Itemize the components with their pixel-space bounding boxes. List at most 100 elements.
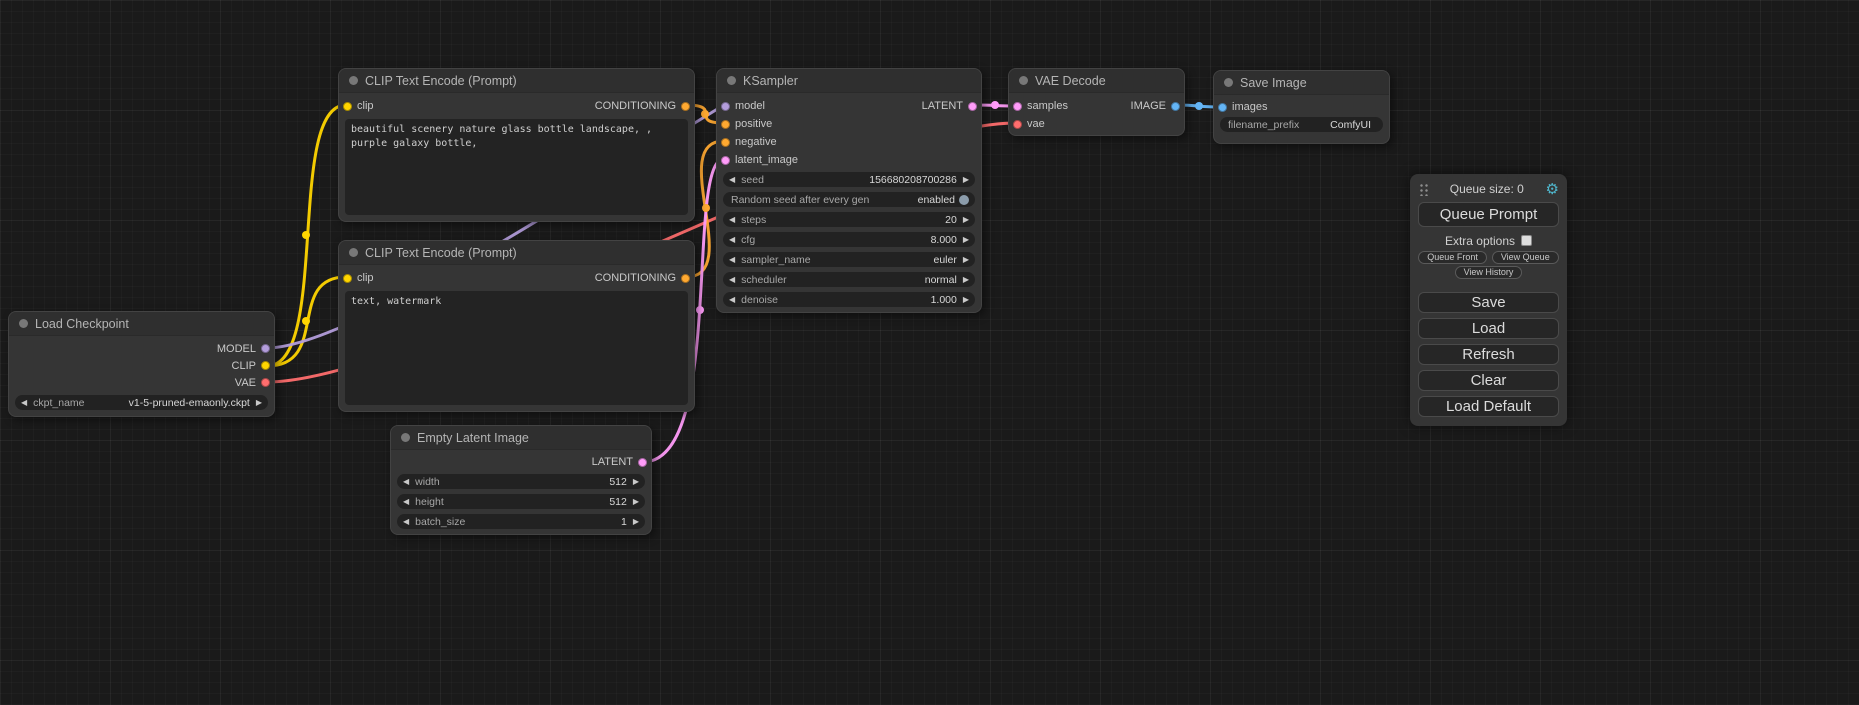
settings-gear-icon[interactable]: ⚙: [1546, 182, 1559, 197]
conditioning-output-port[interactable]: [681, 274, 690, 283]
decrement-arrow-icon[interactable]: ◀: [729, 236, 735, 244]
input-label: latent_image: [735, 154, 798, 166]
height-widget[interactable]: ◀ height 512 ▶: [397, 494, 645, 509]
decrement-arrow-icon[interactable]: ◀: [729, 176, 735, 184]
increment-arrow-icon[interactable]: ▶: [963, 216, 969, 224]
increment-arrow-icon[interactable]: ▶: [633, 498, 639, 506]
widget-name: cfg: [741, 234, 755, 246]
collapse-dot-icon[interactable]: [727, 76, 736, 85]
latent-image-input-port[interactable]: [721, 156, 730, 165]
model-output-port[interactable]: [261, 344, 270, 353]
width-widget[interactable]: ◀ width 512 ▶: [397, 474, 645, 489]
save-button[interactable]: Save: [1418, 292, 1559, 313]
decrement-arrow-icon[interactable]: ◀: [729, 276, 735, 284]
view-history-button[interactable]: View History: [1455, 266, 1523, 279]
queue-front-button[interactable]: Queue Front: [1418, 251, 1487, 264]
conditioning-output-port[interactable]: [681, 102, 690, 111]
image-output-port[interactable]: [1171, 102, 1180, 111]
input-label: clip: [357, 272, 374, 284]
negative-input-port[interactable]: [721, 138, 730, 147]
widget-value: 1.000: [778, 294, 957, 306]
node-title-bar[interactable]: Load Checkpoint: [9, 312, 274, 336]
collapse-dot-icon[interactable]: [349, 76, 358, 85]
random-seed-toggle-widget[interactable]: Random seed after every gen enabled: [723, 192, 975, 207]
clip-input-port[interactable]: [343, 274, 352, 283]
widget-name: steps: [741, 214, 766, 226]
sampler-name-widget[interactable]: ◀ sampler_name euler ▶: [723, 252, 975, 267]
load-default-button[interactable]: Load Default: [1418, 396, 1559, 417]
node-title-bar[interactable]: KSampler: [717, 69, 981, 93]
latent-output-port[interactable]: [638, 458, 647, 467]
load-button[interactable]: Load: [1418, 318, 1559, 339]
input-label: positive: [735, 118, 772, 130]
batch-size-widget[interactable]: ◀ batch_size 1 ▶: [397, 514, 645, 529]
extra-options-checkbox[interactable]: [1521, 235, 1532, 246]
model-input-port[interactable]: [721, 102, 730, 111]
node-title-bar[interactable]: Empty Latent Image: [391, 426, 651, 450]
latent-output-port[interactable]: [968, 102, 977, 111]
positive-input-port[interactable]: [721, 120, 730, 129]
decrement-arrow-icon[interactable]: ◀: [403, 498, 409, 506]
ckpt-name-widget[interactable]: ◀ ckpt_name v1-5-pruned-emaonly.ckpt ▶: [15, 395, 268, 410]
decrement-arrow-icon[interactable]: ◀: [403, 478, 409, 486]
prompt-textarea[interactable]: text, watermark: [345, 291, 688, 405]
collapse-dot-icon[interactable]: [401, 433, 410, 442]
filename-prefix-widget[interactable]: filename_prefix ComfyUI: [1220, 117, 1383, 132]
prompt-textarea[interactable]: beautiful scenery nature glass bottle la…: [345, 119, 688, 215]
clip-output-port[interactable]: [261, 361, 270, 370]
link-dot: [696, 306, 704, 314]
workflow-actions: Save Load Refresh Clear Load Default: [1418, 292, 1559, 417]
vae-input-port[interactable]: [1013, 120, 1022, 129]
node-load-checkpoint[interactable]: Load Checkpoint MODEL CLIP VAE ◀ ckpt_na…: [8, 311, 275, 417]
node-ksampler[interactable]: KSampler model LATENT positive negative …: [716, 68, 982, 313]
clear-button[interactable]: Clear: [1418, 370, 1559, 391]
node-clip-text-encode-negative[interactable]: CLIP Text Encode (Prompt) clip CONDITION…: [338, 240, 695, 412]
toggle-dot-icon[interactable]: [959, 195, 969, 205]
steps-widget[interactable]: ◀ steps 20 ▶: [723, 212, 975, 227]
refresh-button[interactable]: Refresh: [1418, 344, 1559, 365]
node-title-bar[interactable]: Save Image: [1214, 71, 1389, 95]
node-clip-text-encode-positive[interactable]: CLIP Text Encode (Prompt) clip CONDITION…: [338, 68, 695, 222]
increment-arrow-icon[interactable]: ▶: [633, 478, 639, 486]
widget-value: v1-5-pruned-emaonly.ckpt: [85, 397, 250, 409]
node-save-image[interactable]: Save Image images filename_prefix ComfyU…: [1213, 70, 1390, 144]
collapse-dot-icon[interactable]: [1224, 78, 1233, 87]
increment-arrow-icon[interactable]: ▶: [963, 176, 969, 184]
images-input-port[interactable]: [1218, 103, 1227, 112]
increment-arrow-icon[interactable]: ▶: [633, 518, 639, 526]
node-empty-latent-image[interactable]: Empty Latent Image LATENT ◀ width 512 ▶ …: [390, 425, 652, 535]
view-queue-button[interactable]: View Queue: [1492, 251, 1559, 264]
extra-options-label: Extra options: [1445, 234, 1515, 248]
widget-value: enabled: [869, 194, 955, 206]
collapse-dot-icon[interactable]: [1019, 76, 1028, 85]
decrement-arrow-icon[interactable]: ◀: [729, 296, 735, 304]
node-title: Save Image: [1240, 76, 1307, 90]
increment-arrow-icon[interactable]: ▶: [256, 399, 262, 407]
menu-header: Queue size: 0 ⚙: [1418, 180, 1559, 198]
node-vae-decode[interactable]: VAE Decode samples IMAGE vae: [1008, 68, 1185, 136]
node-title-bar[interactable]: VAE Decode: [1009, 69, 1184, 93]
decrement-arrow-icon[interactable]: ◀: [403, 518, 409, 526]
increment-arrow-icon[interactable]: ▶: [963, 236, 969, 244]
decrement-arrow-icon[interactable]: ◀: [729, 216, 735, 224]
collapse-dot-icon[interactable]: [19, 319, 28, 328]
queue-prompt-button[interactable]: Queue Prompt: [1418, 202, 1559, 227]
decrement-arrow-icon[interactable]: ◀: [21, 399, 27, 407]
drag-handle-icon[interactable]: [1418, 182, 1428, 196]
increment-arrow-icon[interactable]: ▶: [963, 256, 969, 264]
clip-input-port[interactable]: [343, 102, 352, 111]
scheduler-widget[interactable]: ◀ scheduler normal ▶: [723, 272, 975, 287]
samples-input-port[interactable]: [1013, 102, 1022, 111]
increment-arrow-icon[interactable]: ▶: [963, 296, 969, 304]
decrement-arrow-icon[interactable]: ◀: [729, 256, 735, 264]
cfg-widget[interactable]: ◀ cfg 8.000 ▶: [723, 232, 975, 247]
collapse-dot-icon[interactable]: [349, 248, 358, 257]
denoise-widget[interactable]: ◀ denoise 1.000 ▶: [723, 292, 975, 307]
widget-name: seed: [741, 174, 764, 186]
vae-output-port[interactable]: [261, 378, 270, 387]
increment-arrow-icon[interactable]: ▶: [963, 276, 969, 284]
input-label: samples: [1027, 100, 1068, 112]
node-title-bar[interactable]: CLIP Text Encode (Prompt): [339, 241, 694, 265]
seed-widget[interactable]: ◀ seed 156680208700286 ▶: [723, 172, 975, 187]
node-title-bar[interactable]: CLIP Text Encode (Prompt): [339, 69, 694, 93]
